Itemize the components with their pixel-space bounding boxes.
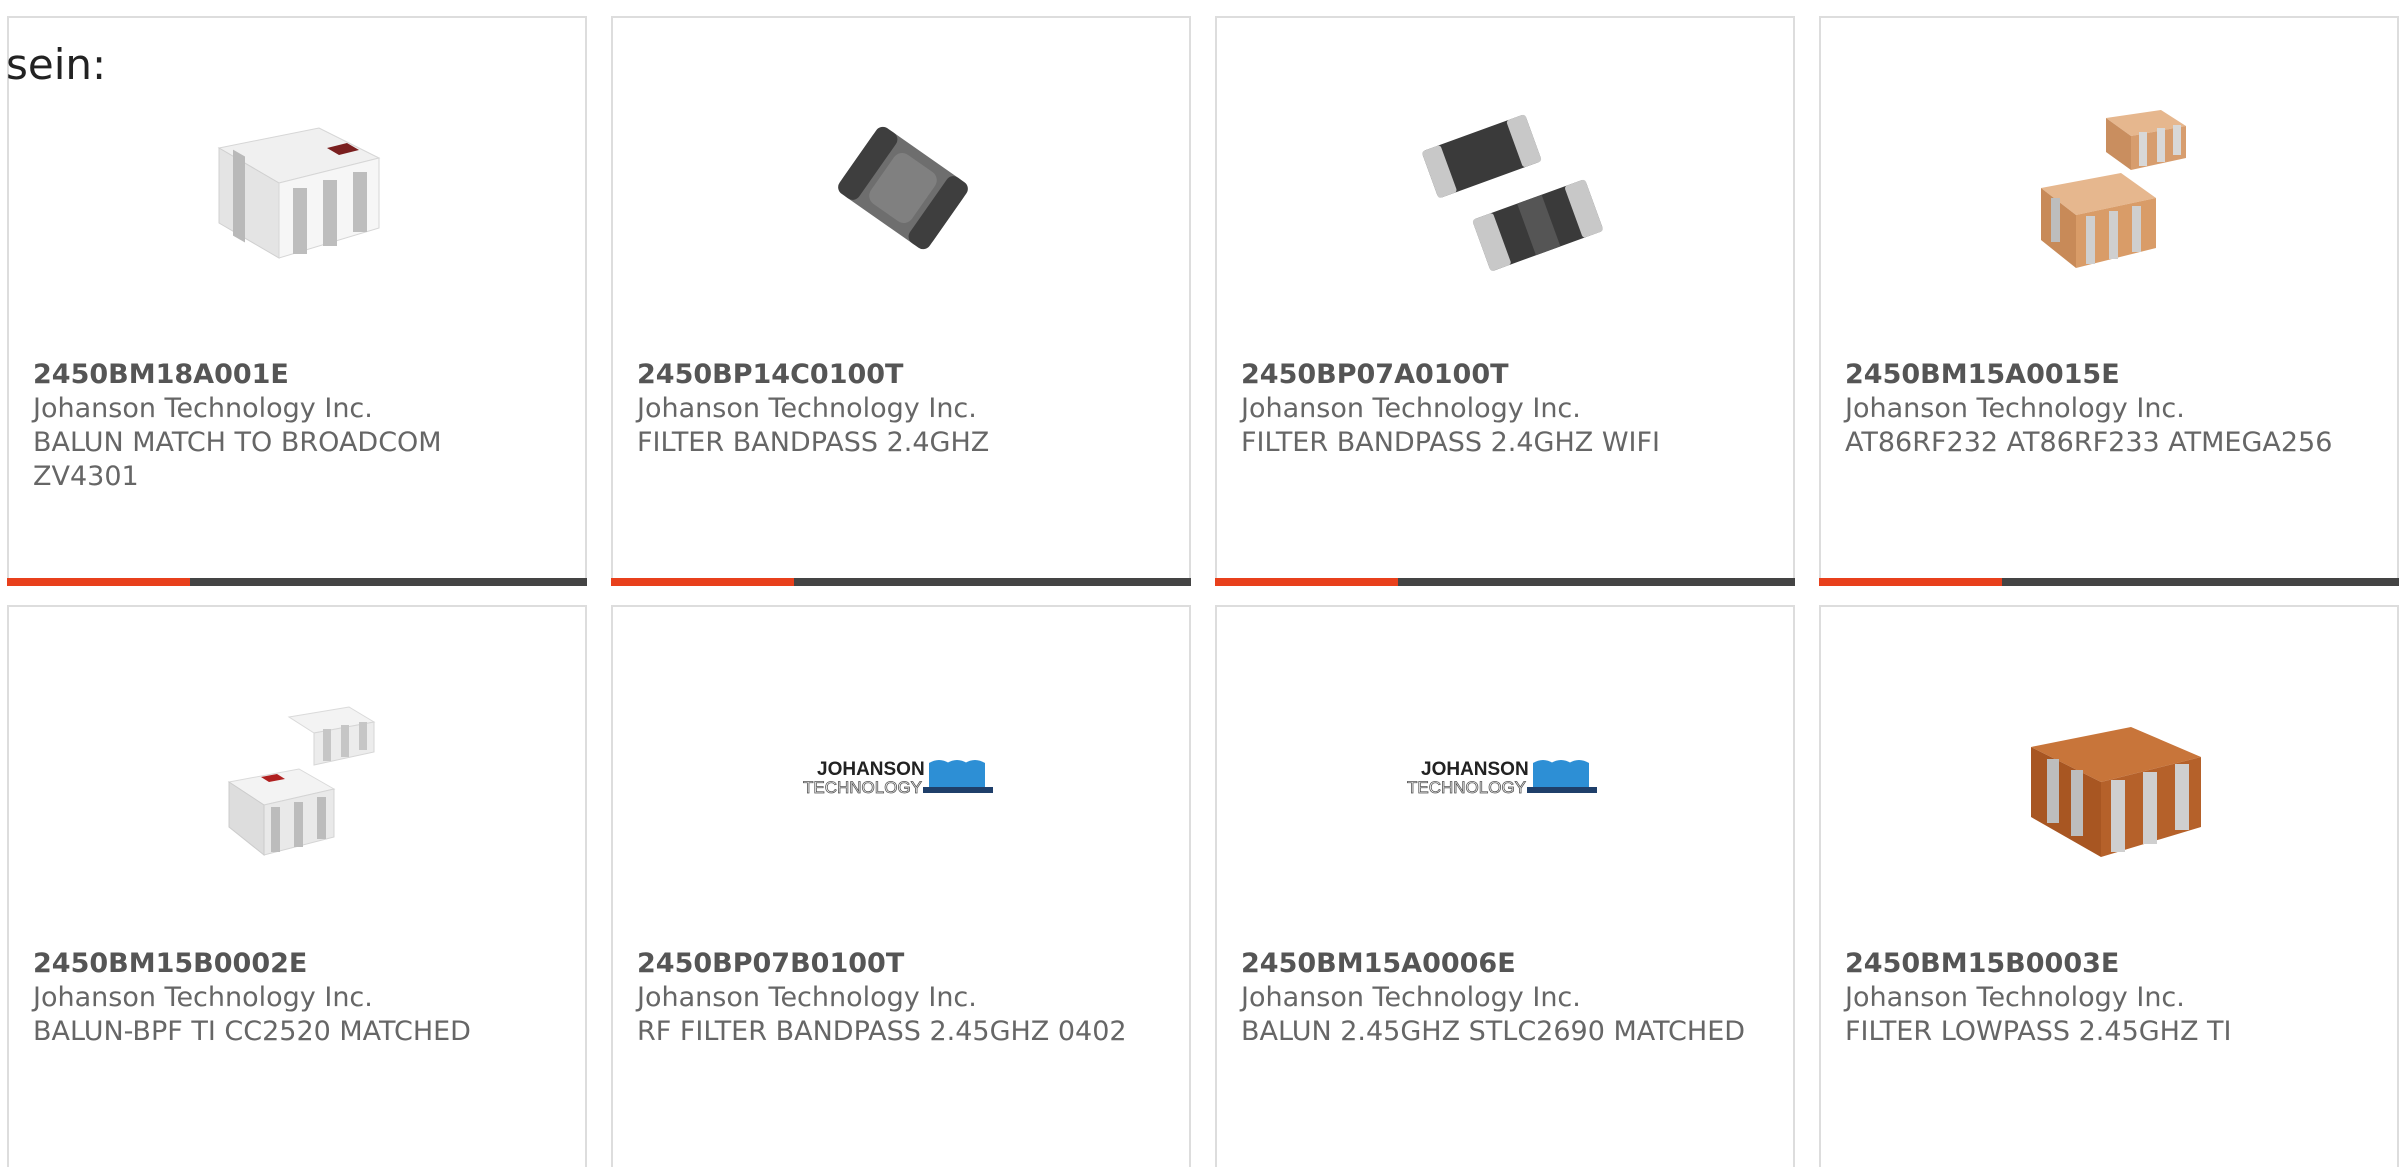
- manufacturer: Johanson Technology Inc.: [1845, 982, 2185, 1013]
- manufacturer: Johanson Technology Inc.: [33, 393, 373, 424]
- johanson-logo-icon: JOHANSON TECHNOLOGY: [1407, 759, 1597, 797]
- card-footer-accent: [7, 578, 190, 586]
- product-info: 2450BM15A0006E Johanson Technology Inc. …: [1241, 947, 1761, 1049]
- manufacturer: Johanson Technology Inc.: [1845, 393, 2185, 424]
- part-number[interactable]: 2450BM18A001E: [33, 358, 553, 392]
- product-card[interactable]: 2450BM15A0015E Johanson Technology Inc. …: [1819, 16, 2399, 586]
- manufacturer: Johanson Technology Inc.: [1241, 393, 1581, 424]
- description: BALUN-BPF TI CC2520 MATCHED: [33, 1016, 471, 1047]
- product-image[interactable]: [199, 88, 399, 288]
- part-number[interactable]: 2450BM15A0006E: [1241, 947, 1761, 981]
- svg-text:JOHANSON: JOHANSON: [817, 759, 925, 780]
- card-footer-bar: [611, 578, 1191, 586]
- product-info: 2450BP14C0100T Johanson Technology Inc. …: [637, 358, 1157, 460]
- tan-chip-pair-icon: [2041, 110, 2186, 268]
- product-image[interactable]: JOHANSON TECHNOLOGY: [803, 677, 1003, 877]
- card-footer-bar: [1819, 578, 2399, 586]
- part-number[interactable]: 2450BP07B0100T: [637, 947, 1157, 981]
- product-image[interactable]: [1407, 88, 1607, 288]
- description: RF FILTER BANDPASS 2.45GHZ 0402: [637, 1016, 1127, 1047]
- card-footer-bar: [1215, 578, 1795, 586]
- product-card[interactable]: JOHANSON TECHNOLOGY 2450BM15A0006E Johan…: [1215, 605, 1795, 1167]
- manufacturer: Johanson Technology Inc.: [637, 982, 977, 1013]
- product-card[interactable]: 2450BP07A0100T Johanson Technology Inc. …: [1215, 16, 1795, 586]
- part-number[interactable]: 2450BP14C0100T: [637, 358, 1157, 392]
- product-card[interactable]: 2450BM15B0003E Johanson Technology Inc. …: [1819, 605, 2399, 1167]
- product-card[interactable]: 2450BM15B0002E Johanson Technology Inc. …: [7, 605, 587, 1167]
- product-image[interactable]: JOHANSON TECHNOLOGY: [1407, 677, 1607, 877]
- card-footer-bar: [7, 578, 587, 586]
- manufacturer: Johanson Technology Inc.: [1241, 982, 1581, 1013]
- description: BALUN 2.45GHZ STLC2690 MATCHED: [1241, 1016, 1746, 1047]
- svg-text:JOHANSON: JOHANSON: [1421, 759, 1529, 780]
- white-chip-component-icon: [217, 127, 381, 259]
- part-number[interactable]: 2450BM15A0015E: [1845, 358, 2365, 392]
- brown-chip-component-icon: [2031, 727, 2201, 857]
- product-info: 2450BP07B0100T Johanson Technology Inc. …: [637, 947, 1157, 1049]
- dark-chip-pair-icon: [1422, 114, 1603, 271]
- product-card[interactable]: JOHANSON TECHNOLOGY 2450BP07B0100T Johan…: [611, 605, 1191, 1167]
- white-chip-pair-icon: [227, 706, 376, 857]
- part-number[interactable]: 2450BM15B0002E: [33, 947, 553, 981]
- product-image[interactable]: [2011, 677, 2211, 877]
- manufacturer: Johanson Technology Inc.: [33, 982, 373, 1013]
- johanson-logo-icon: JOHANSON TECHNOLOGY: [803, 759, 993, 797]
- product-info: 2450BM18A001E Johanson Technology Inc. B…: [33, 358, 553, 494]
- part-number[interactable]: 2450BM15B0003E: [1845, 947, 2365, 981]
- card-footer-accent: [1819, 578, 2002, 586]
- svg-text:TECHNOLOGY: TECHNOLOGY: [1407, 778, 1526, 797]
- part-number[interactable]: 2450BP07A0100T: [1241, 358, 1761, 392]
- product-image[interactable]: [2011, 88, 2211, 288]
- description: BALUN MATCH TO BROADCOM ZV4301: [33, 427, 442, 492]
- product-info: 2450BM15B0003E Johanson Technology Inc. …: [1845, 947, 2365, 1049]
- product-card[interactable]: 2450BM18A001E Johanson Technology Inc. B…: [7, 16, 587, 586]
- description: FILTER BANDPASS 2.4GHZ: [637, 427, 990, 458]
- description: FILTER BANDPASS 2.4GHZ WIFI: [1241, 427, 1660, 458]
- gray-chip-component-icon: [838, 126, 968, 250]
- product-grid-page: sein: 2450BM18A001E Johanson Technology …: [0, 0, 2400, 1167]
- product-card[interactable]: 2450BP14C0100T Johanson Technology Inc. …: [611, 16, 1191, 586]
- card-footer-accent: [611, 578, 794, 586]
- description: AT86RF232 AT86RF233 ATMEGA256: [1845, 427, 2333, 458]
- description: FILTER LOWPASS 2.45GHZ TI: [1845, 1016, 2232, 1047]
- card-footer-accent: [1215, 578, 1398, 586]
- manufacturer: Johanson Technology Inc.: [637, 393, 977, 424]
- product-image[interactable]: [803, 88, 1003, 288]
- svg-text:TECHNOLOGY: TECHNOLOGY: [803, 778, 922, 797]
- product-image[interactable]: [199, 677, 399, 877]
- product-info: 2450BM15B0002E Johanson Technology Inc. …: [33, 947, 553, 1049]
- product-info: 2450BM15A0015E Johanson Technology Inc. …: [1845, 358, 2365, 460]
- intro-text: sein:: [6, 40, 107, 89]
- product-info: 2450BP07A0100T Johanson Technology Inc. …: [1241, 358, 1761, 460]
